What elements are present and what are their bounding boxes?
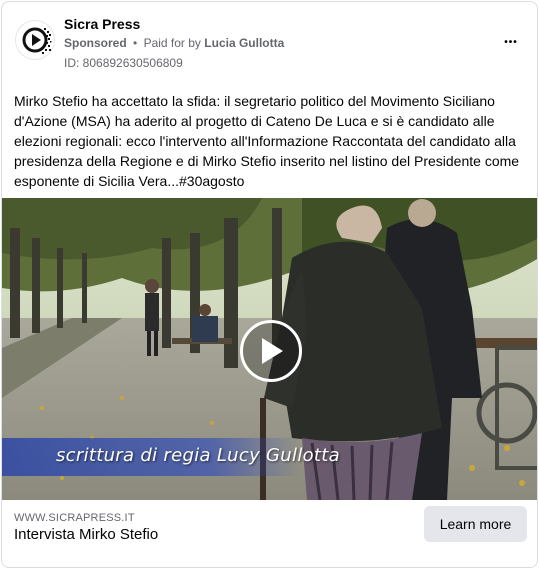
page-name-link[interactable]: Sicra Press <box>64 16 140 32</box>
play-icon <box>262 338 283 364</box>
separator-dot: • <box>133 36 138 50</box>
more-options-button[interactable]: ••• <box>497 28 525 56</box>
paid-for-by-name[interactable]: Lucia Gullotta <box>204 36 284 50</box>
sicra-press-logo-icon <box>22 27 52 54</box>
sponsored-label: Sponsored <box>64 36 127 50</box>
paid-for-prefix: Paid for by <box>143 36 201 50</box>
learn-more-button[interactable]: Learn more <box>424 506 527 542</box>
video-caption: scrittura di regia Lucy Gullotta <box>56 445 340 466</box>
ad-id: ID: 806892630506809 <box>64 56 183 70</box>
more-horizontal-icon: ••• <box>504 36 518 48</box>
video-player[interactable]: scrittura di regia Lucy Gullotta <box>2 198 537 500</box>
page-avatar[interactable] <box>15 20 55 60</box>
ad-card: Sicra Press Sponsored • Paid for by Luci… <box>1 1 538 568</box>
link-domain: WWW.SICRAPRESS.IT <box>14 512 135 524</box>
sponsored-line: Sponsored • Paid for by Lucia Gullotta <box>64 36 284 50</box>
link-footer[interactable]: WWW.SICRAPRESS.IT Intervista Mirko Stefi… <box>2 500 537 567</box>
link-title[interactable]: Intervista Mirko Stefio <box>14 526 158 543</box>
play-button[interactable] <box>240 320 302 382</box>
post-text: Mirko Stefio ha accettato la sfida: il s… <box>14 93 520 189</box>
